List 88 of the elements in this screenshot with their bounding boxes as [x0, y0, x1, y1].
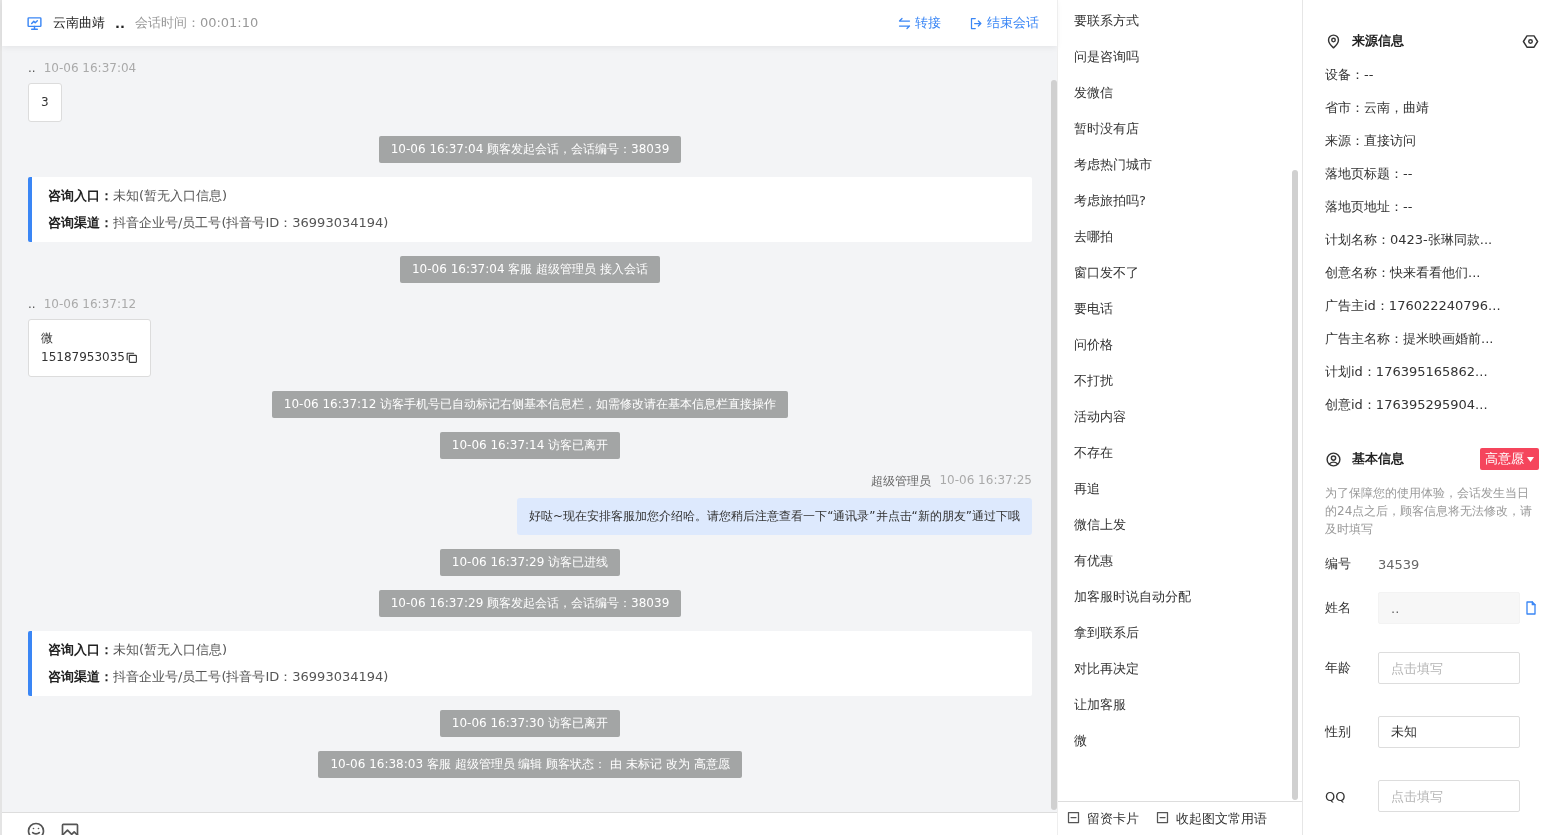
source-info-row-text: 广告主id：176022240796... — [1325, 296, 1502, 315]
message-time: 10-06 16:37:12 — [43, 297, 137, 311]
quick-reply-item[interactable]: 拿到联系后 — [1074, 615, 1302, 651]
source-info-row-text: 落地页地址：-- — [1325, 197, 1414, 216]
session-duration: 会话时间：00:01:10 — [134, 14, 259, 32]
end-session-button[interactable]: 结束会话 — [969, 14, 1039, 32]
quick-reply-item[interactable]: 考虑热门城市 — [1074, 147, 1302, 183]
info-row-text: 咨询入口：未知(暂无入口信息) — [48, 187, 229, 205]
user-circle-icon — [1325, 450, 1342, 468]
quick-reply-item[interactable]: 微信上发 — [1074, 507, 1302, 543]
sender-name: .. — [28, 61, 36, 75]
system-notice: 10-06 16:37:29 访客已进线 — [439, 549, 621, 576]
footer-button[interactable]: 留资卡片 — [1066, 810, 1139, 830]
source-info-row-text: 省市：云南，曲靖 — [1325, 98, 1430, 117]
input-field[interactable]: 点击填写 — [1378, 652, 1520, 684]
quick-reply-item[interactable]: 问是咨询吗 — [1074, 39, 1302, 75]
info-row-text: 咨询入口：未知(暂无入口信息) — [48, 641, 229, 659]
chat-title: 云南曲靖 — [53, 14, 105, 32]
field-label: 姓名 — [1325, 599, 1352, 617]
message-text: 微 — [41, 330, 54, 347]
field-label: 性别 — [1325, 723, 1352, 741]
location-pin-icon — [1325, 32, 1342, 50]
caret-icon — [1527, 456, 1534, 462]
quick-reply-item[interactable]: 微 — [1074, 723, 1302, 759]
message-time: 10-06 16:37:04 — [43, 61, 137, 75]
field-label: QQ — [1325, 788, 1347, 804]
info-row-text: 咨询渠道：抖音企业号/员工号(抖音号ID：36993034194) — [48, 668, 390, 686]
quick-reply-item[interactable]: 活动内容 — [1074, 399, 1302, 435]
input-field[interactable]: 未知 — [1378, 716, 1520, 748]
field-label: 编号 — [1325, 555, 1352, 573]
hexagon-settings-icon[interactable] — [1522, 32, 1539, 50]
footer-button[interactable]: 收起图文常用语 — [1155, 810, 1267, 830]
card-icon — [1066, 810, 1081, 825]
quick-reply-item[interactable]: 不打扰 — [1074, 363, 1302, 399]
field-label: 年龄 — [1325, 659, 1352, 677]
source-info-row-text: 计划名称：0423-张琳同款... — [1325, 230, 1494, 249]
system-notice: 10-06 16:37:14 访客已离开 — [439, 432, 621, 459]
message-text: 好哒~现在安排客服加您介绍哈。请您稍后注意查看一下“通讯录”并点击“新的朋友”通过下哦 — [529, 508, 1020, 525]
quick-reply-item[interactable]: 不存在 — [1074, 435, 1302, 471]
quick-reply-item[interactable]: 要电话 — [1074, 291, 1302, 327]
quick-reply-item[interactable]: 去哪拍 — [1074, 219, 1302, 255]
intent-tag-dropdown[interactable]: 高意愿 — [1480, 448, 1539, 470]
field-value: 34539 — [1378, 556, 1420, 572]
message-text: 3 — [41, 94, 49, 111]
system-notice: 10-06 16:37:29 顾客发起会话，会话编号：38039 — [378, 590, 682, 617]
monitor-icon — [26, 14, 43, 32]
copy-icon[interactable] — [125, 351, 138, 364]
info-row-text: 咨询渠道：抖音企业号/员工号(抖音号ID：36993034194) — [48, 214, 390, 232]
visitor-name: .. — [115, 15, 125, 31]
name-field[interactable]: .. — [1378, 592, 1520, 624]
quick-reply-item[interactable]: 要联系方式 — [1074, 3, 1302, 39]
quick-reply-item[interactable]: 发微信 — [1074, 75, 1302, 111]
source-info-row-text: 创意名称：快来看看他们... — [1325, 263, 1482, 282]
sender-name: .. — [28, 297, 36, 311]
quick-reply-item[interactable]: 窗口发不了 — [1074, 255, 1302, 291]
swap-icon — [897, 15, 912, 31]
system-notice: 10-06 16:37:04 顾客发起会话，会话编号：38039 — [378, 136, 682, 163]
message-text: 15187953035 — [41, 349, 125, 366]
quick-reply-item[interactable]: 对比再决定 — [1074, 651, 1302, 687]
system-notice: 10-06 16:37:12 访客手机号已自动标记右侧基本信息栏，如需修改请在基本信息栏直接操作 — [271, 391, 789, 418]
system-notice: 10-06 16:38:03 客服 超级管理员 编辑 顾客状态： 由 未标记 改为 高意愿 — [318, 751, 742, 778]
sender-name: 超级管理员 — [871, 473, 932, 490]
source-info-row-text: 落地页标题：-- — [1325, 164, 1414, 183]
quick-reply-item[interactable]: 再追 — [1074, 471, 1302, 507]
document-icon[interactable] — [1523, 600, 1539, 616]
emoji-icon[interactable] — [26, 821, 46, 835]
source-info-row-text: 来源：直接访问 — [1325, 131, 1417, 150]
source-info-row-text: 创意id：176395295904... — [1325, 395, 1489, 414]
input-field[interactable]: 点击填写 — [1378, 780, 1520, 812]
message-time: 10-06 16:37:25 — [939, 473, 1032, 489]
source-info-row-text: 计划id：176395165862... — [1325, 362, 1489, 381]
section-title: 来源信息 — [1352, 32, 1404, 50]
notice-text: 为了保障您的使用体验，会话发生当日的24点之后，顾客信息将无法修改，请及时填写 — [1325, 485, 1534, 538]
quick-reply-item[interactable]: 考虑旅拍吗? — [1074, 183, 1302, 219]
card-icon — [1155, 810, 1170, 825]
system-notice: 10-06 16:37:30 访客已离开 — [439, 710, 621, 737]
system-notice: 10-06 16:37:04 客服 超级管理员 接入会话 — [400, 256, 660, 283]
transfer-button[interactable]: 转接 — [897, 14, 941, 32]
exit-icon — [969, 15, 984, 31]
quick-reply-item[interactable]: 暂时没有店 — [1074, 111, 1302, 147]
quick-reply-item[interactable]: 让加客服 — [1074, 687, 1302, 723]
image-icon[interactable] — [60, 821, 80, 835]
quick-reply-item[interactable]: 加客服时说自动分配 — [1074, 579, 1302, 615]
section-title: 基本信息 — [1352, 450, 1404, 468]
quick-reply-item[interactable]: 有优惠 — [1074, 543, 1302, 579]
quick-reply-item[interactable]: 问价格 — [1074, 327, 1302, 363]
source-info-row-text: 设备：-- — [1325, 65, 1375, 84]
source-info-row-text: 广告主名称：提米映画婚前... — [1325, 329, 1495, 348]
